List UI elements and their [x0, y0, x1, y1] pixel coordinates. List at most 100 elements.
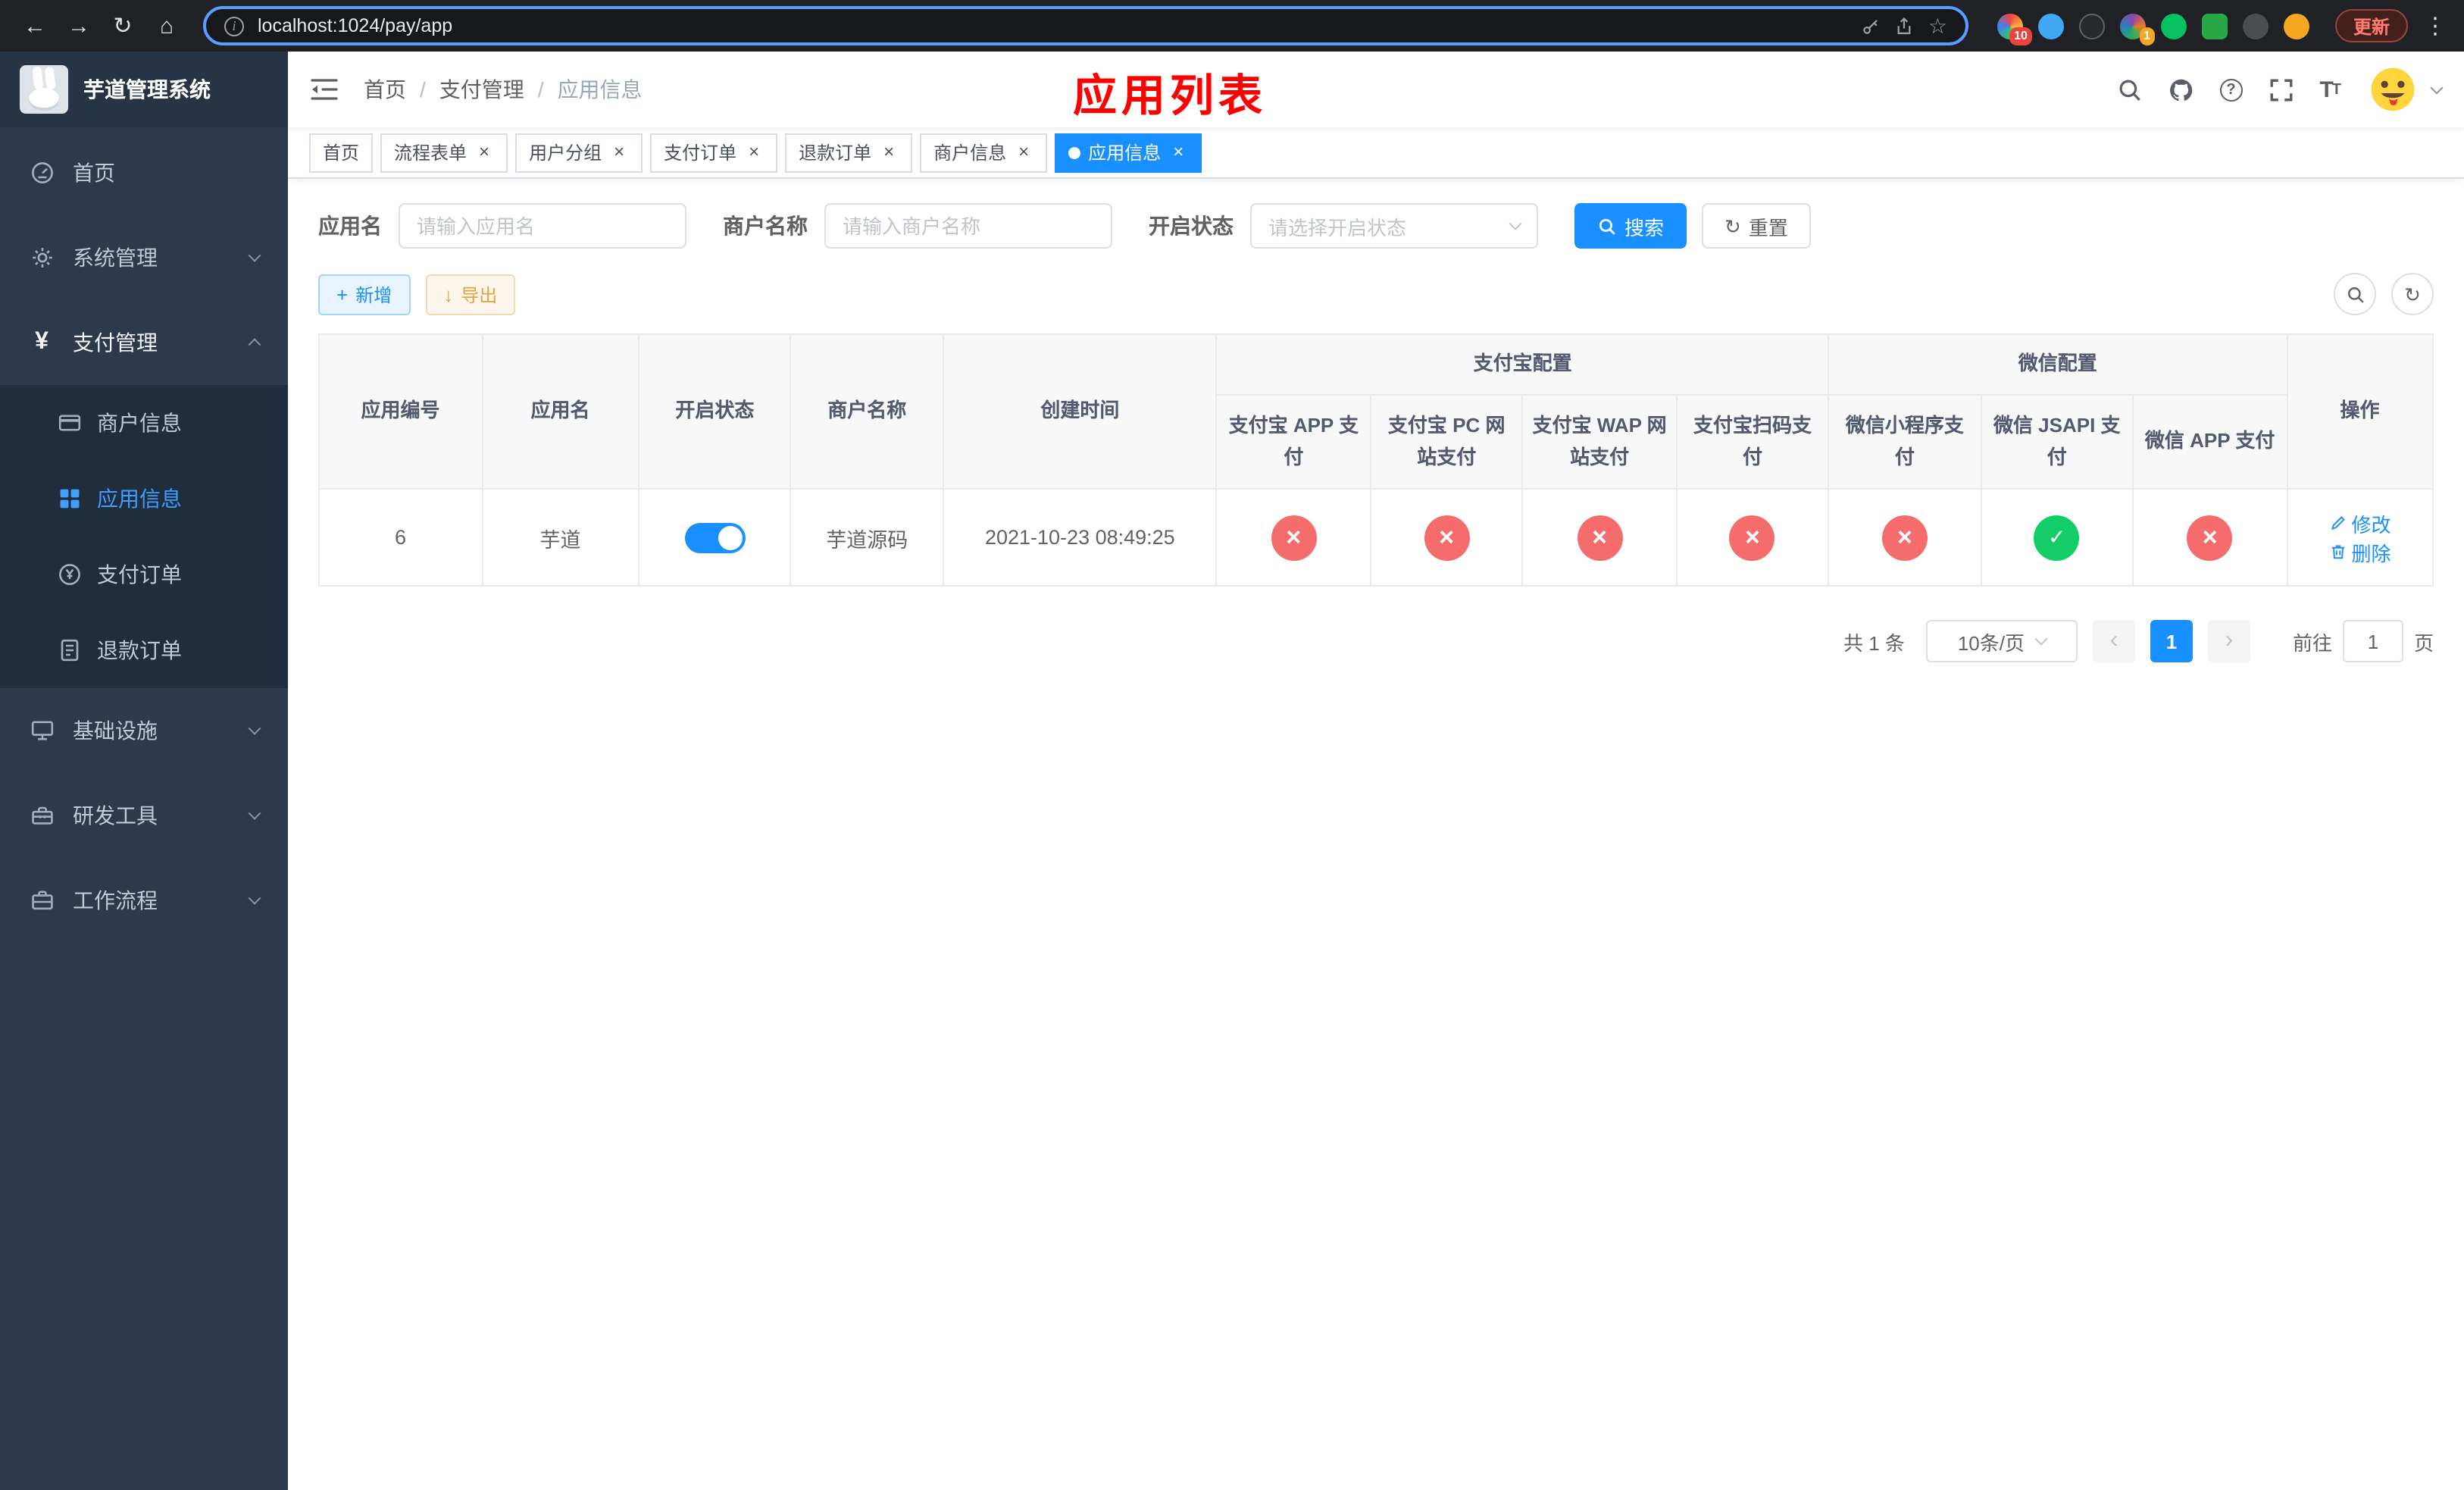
breadcrumb-home[interactable]: 首页 [364, 74, 439, 105]
sidebar-item-label: 退款订单 [97, 638, 182, 662]
tab-app-info[interactable]: 应用信息 × [1055, 133, 1202, 172]
tab-home[interactable]: 首页 [309, 133, 374, 172]
sidebar-item-label: 商户信息 [97, 411, 182, 435]
fullscreen-icon[interactable] [2268, 77, 2294, 102]
sidebar-item-label: 工作流程 [73, 888, 158, 912]
close-icon[interactable]: × [744, 142, 764, 162]
close-icon[interactable]: × [609, 142, 629, 162]
col-alipay-pc: 支付宝 PC 网站支付 [1369, 394, 1524, 490]
back-icon[interactable]: ← [15, 6, 55, 45]
status-toggle[interactable] [684, 522, 746, 552]
page-annotation-title: 应用列表 [1072, 73, 1268, 121]
bookmark-star-icon[interactable]: ☆ [1928, 13, 1947, 39]
browser-menu-icon[interactable]: ⋮ [2422, 6, 2449, 45]
plus-icon: + [336, 283, 349, 305]
wechat-lite-status-icon [1881, 515, 1928, 560]
tab-merchant-info[interactable]: 商户信息 × [920, 133, 1048, 172]
search-button[interactable]: 搜索 [1574, 203, 1687, 249]
home-icon[interactable]: ⌂ [147, 6, 186, 45]
add-button[interactable]: + 新增 [318, 274, 411, 315]
total-count: 共 1 条 [1843, 631, 1905, 654]
github-icon[interactable] [2168, 77, 2194, 102]
sidebar-item-pay-order[interactable]: 支付订单 [0, 537, 288, 612]
sidebar-logo[interactable]: 芋道管理系统 [0, 52, 288, 127]
status-select[interactable]: 请选择开启状态 [1250, 203, 1538, 249]
sidebar-item-workflow[interactable]: 工作流程 [0, 858, 288, 943]
tab-user-group[interactable]: 用户分组 × [515, 133, 643, 172]
sidebar-item-app-info[interactable]: 应用信息 [0, 461, 288, 537]
page-unit-label: 页 [2413, 631, 2434, 654]
extension-icon-8[interactable] [2283, 13, 2309, 39]
sidebar-item-label: 支付管理 [73, 330, 158, 355]
merchant-name-input[interactable] [824, 203, 1112, 249]
extension-icon-5[interactable] [2160, 13, 2187, 39]
col-group-wechat: 微信配置 [1828, 333, 2288, 396]
sidebar-item-merchant-info[interactable]: 商户信息 [0, 385, 288, 461]
sidebar-item-payment[interactable]: ¥ 支付管理 [0, 300, 288, 385]
close-icon[interactable]: × [879, 142, 899, 162]
refresh-icon: ↻ [2404, 283, 2421, 305]
chevron-down-icon [248, 722, 261, 735]
tab-process-form[interactable]: 流程表单 × [380, 133, 508, 172]
sidebar-menu: 首页 系统管理 ¥ 支付管理 商户信息 应用信息 支付订单 退款订单 基础设施 … [0, 127, 288, 1490]
col-alipay-app: 支付宝 APP 支付 [1215, 394, 1371, 490]
extension-icon-1[interactable]: 10 [1997, 13, 2032, 45]
password-key-icon[interactable] [1862, 16, 1881, 36]
site-info-icon[interactable] [224, 16, 244, 36]
chevron-down-icon [248, 806, 261, 820]
share-icon[interactable] [1895, 16, 1915, 36]
extension-icon-6[interactable] [2201, 13, 2228, 39]
reload-icon[interactable]: ↻ [103, 6, 142, 45]
extension-icon-2[interactable] [2037, 13, 2064, 39]
sidebar-item-dev-tools[interactable]: 研发工具 [0, 773, 288, 858]
sidebar-item-home[interactable]: 首页 [0, 130, 288, 215]
status-label: 开启状态 [1149, 214, 1234, 238]
filter-bar: 应用名 商户名称 开启状态 请选择开启状态 [318, 203, 2434, 249]
breadcrumb: 首页 支付管理 应用信息 [364, 74, 643, 105]
search-icon[interactable] [2116, 77, 2142, 102]
extension-icon-3[interactable] [2078, 13, 2105, 39]
sidebar-item-infrastructure[interactable]: 基础设施 [0, 688, 288, 773]
gear-icon [29, 245, 55, 271]
alipay-app-status-icon [1271, 515, 1317, 560]
toggle-search-button[interactable] [2334, 273, 2376, 315]
close-icon[interactable]: × [1168, 142, 1188, 162]
app-title: 芋道管理系统 [83, 77, 211, 102]
help-icon[interactable] [2219, 78, 2243, 101]
breadcrumb-payment[interactable]: 支付管理 [439, 74, 558, 105]
collapse-sidebar-icon[interactable] [311, 74, 341, 105]
tab-refund-order[interactable]: 退款订单 × [785, 133, 913, 172]
tab-pay-order[interactable]: 支付订单 × [650, 133, 778, 172]
font-size-icon[interactable] [2319, 77, 2340, 102]
extension-icon-7[interactable] [2242, 13, 2269, 39]
col-actions: 操作 [2286, 333, 2434, 490]
page-number-button[interactable]: 1 [2150, 620, 2193, 662]
forward-icon[interactable]: → [59, 6, 98, 45]
browser-update-button[interactable]: 更新 [2334, 9, 2408, 42]
goto-page-input[interactable] [2342, 620, 2403, 662]
close-icon[interactable]: × [474, 142, 494, 162]
next-page-button[interactable]: › [2207, 620, 2250, 662]
address-bar[interactable]: localhost:1024/pay/app ☆ [203, 6, 1968, 45]
sidebar-item-system[interactable]: 系统管理 [0, 215, 288, 300]
alipay-pc-status-icon [1424, 515, 1470, 560]
wechat-jsapi-status-icon [2034, 515, 2080, 560]
extension-icon-4[interactable]: 1 [2119, 13, 2155, 45]
user-avatar[interactable] [2370, 67, 2416, 112]
app-name-input[interactable] [399, 203, 686, 249]
prev-page-button[interactable]: ‹ [2092, 620, 2135, 662]
sidebar-item-refund-order[interactable]: 退款订单 [0, 612, 288, 688]
document-icon [56, 637, 82, 663]
delete-button[interactable]: 删除 [2329, 537, 2391, 566]
app-name-label: 应用名 [318, 214, 382, 238]
alipay-wap-status-icon [1577, 515, 1623, 560]
col-alipay-wap: 支付宝 WAP 网站支付 [1521, 394, 1678, 490]
chevron-down-icon [248, 891, 261, 905]
page-size-select[interactable]: 10条/页 [1925, 620, 2078, 662]
export-button[interactable]: ↓ 导出 [425, 274, 516, 315]
edit-button[interactable]: 修改 [2329, 509, 2391, 537]
col-wechat-lite: 微信小程序支付 [1828, 394, 1982, 490]
close-icon[interactable]: × [1014, 142, 1033, 162]
refresh-table-button[interactable]: ↻ [2391, 273, 2434, 315]
reset-button[interactable]: ↻ 重置 [1702, 203, 1811, 249]
